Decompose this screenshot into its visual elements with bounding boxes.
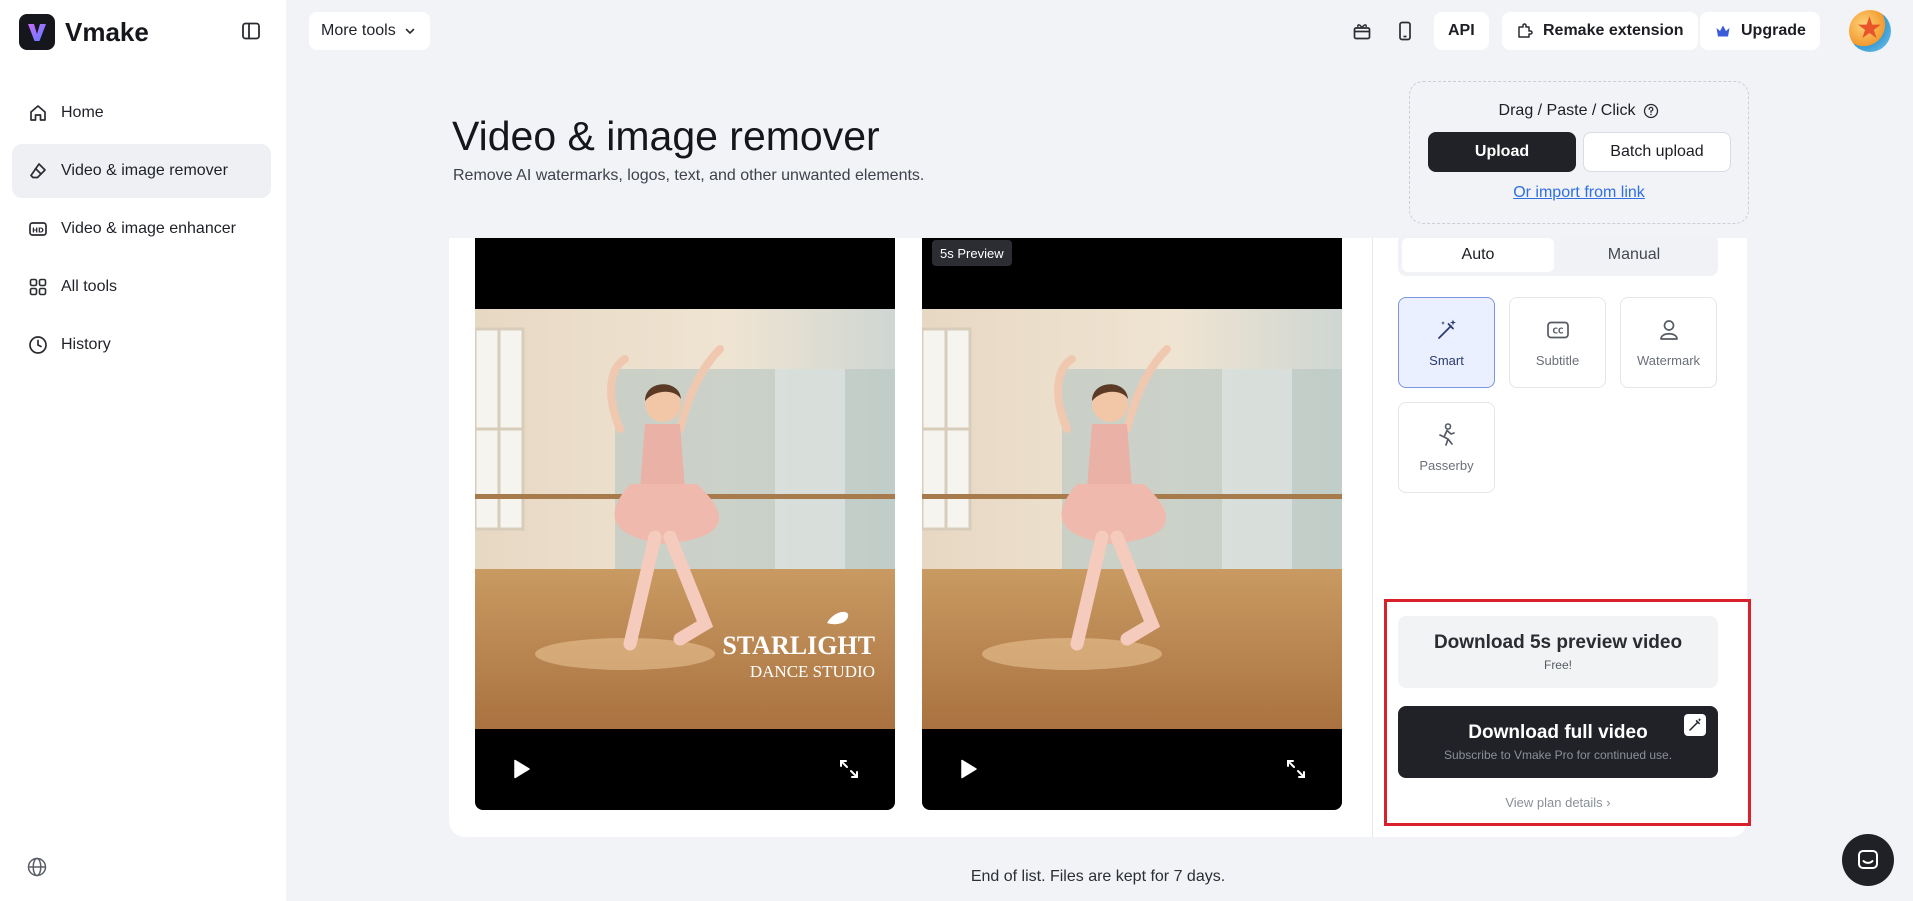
sidebar-item-enhancer[interactable]: HD Video & image enhancer — [12, 202, 271, 256]
import-from-link[interactable]: Or import from link — [1410, 184, 1748, 202]
chevron-right-icon: › — [1606, 795, 1611, 810]
avatar[interactable] — [1849, 10, 1891, 52]
plan-link-label: View plan details — [1505, 795, 1603, 810]
mode-smart[interactable]: Smart — [1398, 297, 1495, 388]
eraser-icon — [27, 160, 49, 182]
sidebar-item-history[interactable]: History — [12, 318, 271, 372]
sidebar-item-label: Video & image enhancer — [61, 220, 236, 237]
preview-video-player[interactable]: 5s Preview — [922, 238, 1342, 810]
download-full-title: Download full video — [1468, 722, 1648, 743]
chevron-down-icon — [405, 28, 415, 35]
sidebar-item-home[interactable]: Home — [12, 86, 271, 140]
mode-label: Watermark — [1636, 353, 1701, 368]
upgrade-button[interactable]: Upgrade — [1700, 12, 1820, 50]
sidebar-toggle-icon[interactable] — [240, 20, 262, 42]
logo[interactable]: Vmake — [19, 14, 149, 50]
sidebar-item-label: History — [61, 336, 111, 353]
walking-person-icon — [1434, 422, 1460, 448]
chat-icon — [1858, 850, 1878, 869]
vmake-logo-icon — [19, 14, 55, 50]
globe-icon[interactable] — [26, 856, 48, 878]
mode-subtitle[interactable]: CC Subtitle — [1509, 297, 1606, 388]
sidebar-item-all-tools[interactable]: All tools — [12, 260, 271, 314]
page-title: Video & image remover — [452, 113, 880, 159]
end-of-list-text: End of list. Files are kept for 7 days. — [970, 868, 1226, 885]
mobile-icon[interactable] — [1392, 18, 1418, 44]
preview-badge: 5s Preview — [932, 240, 1012, 266]
hd-icon: HD — [27, 218, 49, 240]
mode-label: Subtitle — [1535, 353, 1580, 368]
upload-button[interactable]: Upload — [1428, 132, 1576, 172]
more-tools-dropdown[interactable]: More tools — [309, 12, 430, 50]
fullscreen-icon[interactable] — [1284, 757, 1308, 781]
svg-text:CC: CC — [1552, 327, 1564, 336]
fullscreen-icon[interactable] — [837, 757, 861, 781]
upload-dropzone[interactable]: Drag / Paste / Click Upload Batch upload… — [1409, 81, 1749, 224]
svg-text:HD: HD — [32, 226, 44, 234]
upgrade-label: Upgrade — [1741, 22, 1806, 39]
page-subtitle: Remove AI watermarks, logos, text, and o… — [453, 167, 925, 184]
original-video-controls — [475, 729, 895, 810]
api-label: API — [1448, 22, 1475, 39]
clock-icon — [27, 334, 49, 356]
magic-wand-icon — [1434, 317, 1460, 343]
remake-extension-label: Remake extension — [1543, 22, 1684, 39]
home-icon — [27, 102, 49, 124]
play-icon[interactable] — [956, 757, 980, 781]
sidebar: Vmake Home Video & image remover HD Vide… — [0, 0, 286, 901]
tab-auto[interactable]: Auto — [1402, 238, 1554, 272]
view-plan-details-link[interactable]: View plan details › — [1398, 795, 1718, 810]
pro-magic-icon — [1684, 714, 1706, 736]
mode-watermark[interactable]: Watermark — [1620, 297, 1717, 388]
mode-passerby[interactable]: Passerby — [1398, 402, 1495, 493]
sidebar-item-label: Video & image remover — [61, 162, 228, 179]
crown-icon — [1716, 25, 1730, 37]
api-button[interactable]: API — [1434, 12, 1489, 50]
upload-hint: Drag / Paste / Click — [1410, 102, 1748, 120]
app-name: Vmake — [65, 16, 149, 47]
more-tools-label: More tools — [321, 22, 396, 39]
gift-icon[interactable] — [1349, 18, 1375, 44]
help-icon[interactable] — [1643, 103, 1659, 119]
sidebar-item-remover[interactable]: Video & image remover — [12, 144, 271, 198]
chat-support-button[interactable] — [1842, 834, 1894, 886]
sidebar-item-label: All tools — [61, 278, 118, 295]
extension-icon — [1518, 23, 1533, 38]
watermark-subtext: DANCE STUDIO — [750, 662, 875, 681]
grid-icon — [27, 276, 49, 298]
preview-video-controls — [922, 729, 1342, 810]
sidebar-item-label: Home — [61, 104, 104, 121]
sidebar-nav: Home Video & image remover HD Video & im… — [12, 86, 271, 376]
download-preview-title: Download 5s preview video — [1433, 632, 1683, 653]
original-video-player[interactable]: STARLIGHT DANCE STUDIO — [475, 238, 895, 810]
upload-hint-label: Drag / Paste / Click — [1498, 102, 1636, 119]
watermark-text: STARLIGHT — [722, 631, 875, 660]
mode-label: Passerby — [1419, 458, 1474, 473]
mode-label: Smart — [1429, 353, 1464, 368]
mode-tabs: Auto Manual — [1398, 234, 1718, 276]
batch-upload-button[interactable]: Batch upload — [1583, 132, 1731, 172]
download-full-sub: Subscribe to Vmake Pro for continued use… — [1443, 748, 1673, 762]
download-preview-button[interactable]: Download 5s preview video Free! — [1398, 616, 1718, 688]
play-icon[interactable] — [509, 757, 533, 781]
person-icon — [1656, 317, 1682, 343]
cc-icon: CC — [1545, 317, 1571, 343]
remake-extension-button[interactable]: Remake extension — [1502, 12, 1698, 50]
original-video-frame: STARLIGHT DANCE STUDIO — [475, 309, 895, 729]
panel-divider — [1372, 238, 1373, 837]
download-preview-sub: Free! — [1543, 658, 1572, 672]
preview-video-frame — [922, 309, 1342, 729]
download-full-button[interactable]: Download full video Subscribe to Vmake P… — [1398, 706, 1718, 778]
tab-manual[interactable]: Manual — [1558, 238, 1710, 272]
